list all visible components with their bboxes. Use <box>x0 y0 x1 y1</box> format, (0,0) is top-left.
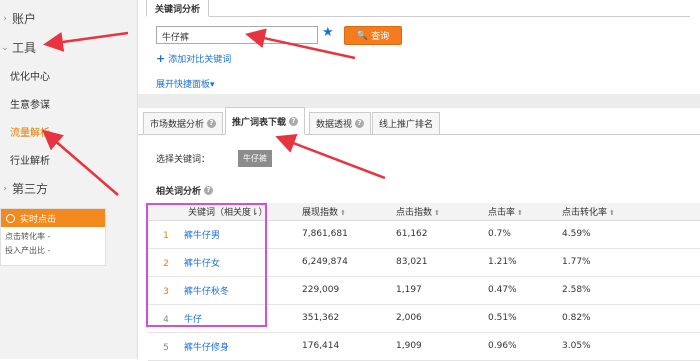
nav-third-party-label: 第三方 <box>12 182 49 196</box>
expand-panel-link[interactable]: 展开快捷面板▾ <box>156 77 215 90</box>
help-icon[interactable]: ? <box>289 116 299 126</box>
sort-icon: ⬆ <box>609 208 615 217</box>
search-icon: 🔍 <box>356 30 369 41</box>
chevron-down-icon: ⌄ <box>1 42 9 53</box>
clicks-cell: 2,006 <box>392 304 484 333</box>
plus-icon: + <box>156 52 166 65</box>
nav-tools[interactable]: ⌄ 工具 <box>0 39 36 56</box>
sidebar-item-industry-analysis[interactable]: 行业解析 <box>10 152 50 167</box>
selected-keyword-tag[interactable]: 牛仔裤 <box>238 150 272 167</box>
realtime-ctr: 点击转化率 - <box>5 232 51 241</box>
realtime-header[interactable]: 实时点击 <box>1 209 105 227</box>
col-cvr[interactable]: 点击转化率 ⬆ <box>558 203 700 221</box>
section-separator <box>138 94 700 108</box>
help-icon[interactable]: ? <box>207 119 217 128</box>
sidebar-item-traffic-analysis[interactable]: 流量解析 <box>10 124 50 139</box>
expand-panel-label: 展开快捷面板 <box>156 80 211 90</box>
sort-icon: ⬆ <box>517 208 523 217</box>
cvr-cell: 3.05% <box>558 332 700 361</box>
clicks-cell: 1,909 <box>392 332 484 361</box>
sort-icon: ⬆ <box>340 208 346 217</box>
ctr-cell: 1.21% <box>484 248 558 277</box>
cvr-cell: 1.77% <box>558 248 700 277</box>
divider <box>146 16 690 17</box>
col-cvr-label: 点击转化率 <box>562 207 608 218</box>
tab-keyword-analysis[interactable]: 关键词分析 <box>146 0 210 17</box>
ctr-cell: 0.7% <box>484 220 558 249</box>
table-row: 5 裤牛仔修身 176,414 1,909 0.96% 3.05% <box>148 332 700 361</box>
related-title-text: 相关词分析 <box>156 187 202 197</box>
cvr-cell: 2.58% <box>558 276 700 305</box>
rank-number: 5 <box>163 342 169 353</box>
nav-account-label: 账户 <box>12 12 37 26</box>
realtime-panel: 实时点击 点击转化率 - 投入产出比 - <box>0 208 106 266</box>
add-compare-label: 添加对比关键词 <box>168 55 232 65</box>
tab-pivot-label: 数据透视 <box>316 120 353 130</box>
sidebar-item-optimize[interactable]: 优化中心 <box>10 68 50 83</box>
sidebar-item-business-advisor[interactable]: 生意参谋 <box>10 96 50 111</box>
col-clicks[interactable]: 点击指数 ⬆ <box>392 203 484 221</box>
col-impressions[interactable]: 展现指数 ⬆ <box>298 203 392 221</box>
highlight-box <box>146 203 267 327</box>
chevron-right-icon: › <box>3 13 7 24</box>
impressions-cell: 176,414 <box>298 332 392 361</box>
tab-market-data-label: 市场数据分析 <box>150 120 205 130</box>
cvr-cell: 4.59% <box>558 220 700 249</box>
add-compare-link[interactable]: + 添加对比关键词 <box>156 52 231 65</box>
impressions-cell: 6,249,874 <box>298 248 392 277</box>
nav-third-party[interactable]: › 第三方 <box>0 180 48 197</box>
impressions-cell: 229,009 <box>298 276 392 305</box>
col-ctr-label: 点击率 <box>488 207 516 218</box>
nav-account[interactable]: › 账户 <box>0 10 36 27</box>
help-icon[interactable]: ? <box>355 119 365 128</box>
triangle-down-icon: ▾ <box>210 80 215 90</box>
ctr-cell: 0.51% <box>484 304 558 333</box>
nav-tools-label: 工具 <box>12 41 37 55</box>
tab-online-rank[interactable]: 线上推广排名 <box>372 112 441 135</box>
tab-pivot[interactable]: 数据透视? <box>309 112 372 135</box>
tab-keyword-download[interactable]: 推广词表下载? <box>225 107 306 135</box>
query-button-label: 查询 <box>371 32 390 42</box>
star-icon[interactable]: ★ <box>322 25 334 40</box>
clicks-cell: 83,021 <box>392 248 484 277</box>
clock-icon <box>6 213 15 223</box>
cvr-cell: 0.82% <box>558 304 700 333</box>
search-input[interactable]: 牛仔裤 <box>156 26 318 44</box>
tab-keyword-download-label: 推广词表下载 <box>232 117 287 128</box>
clicks-cell: 1,197 <box>392 276 484 305</box>
sidebar: › 账户 ⌄ 工具 优化中心 生意参谋 流量解析 行业解析 › 第三方 实时点击 点击… <box>0 0 138 359</box>
help-icon[interactable]: ? <box>204 186 214 195</box>
impressions-cell: 7,861,681 <box>298 220 392 249</box>
keyword-link[interactable]: 裤牛仔修身 <box>184 343 229 353</box>
tab-market-data[interactable]: 市场数据分析? <box>143 112 224 135</box>
related-analysis-title: 相关词分析? <box>156 184 214 197</box>
col-ctr[interactable]: 点击率 ⬆ <box>484 203 558 221</box>
realtime-roi: 投入产出比 - <box>5 246 51 255</box>
col-clicks-label: 点击指数 <box>396 207 433 218</box>
tab-online-rank-label: 线上推广排名 <box>379 120 434 130</box>
sort-icon: ⬆ <box>434 208 440 217</box>
realtime-title: 实时点击 <box>20 214 57 225</box>
col-impressions-label: 展现指数 <box>302 207 339 218</box>
query-button[interactable]: 🔍 查询 <box>344 26 402 45</box>
chevron-right-icon: › <box>3 183 7 194</box>
impressions-cell: 351,362 <box>298 304 392 333</box>
select-keyword-label: 选择关键词： <box>156 155 211 165</box>
ctr-cell: 0.96% <box>484 332 558 361</box>
ctr-cell: 0.47% <box>484 276 558 305</box>
clicks-cell: 61,162 <box>392 220 484 249</box>
